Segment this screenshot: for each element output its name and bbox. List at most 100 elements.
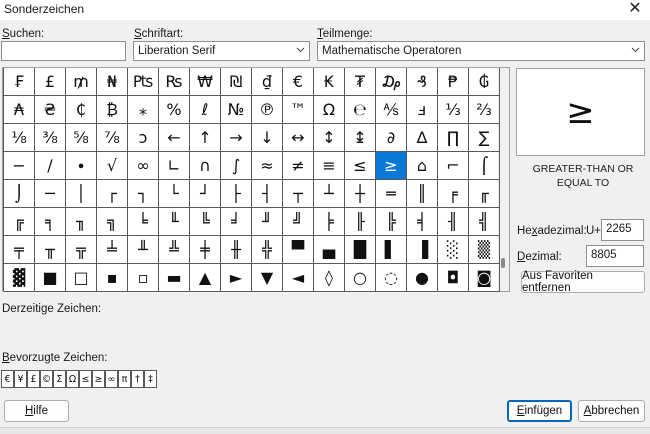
font-select[interactable]: Liberation Serif <box>133 41 310 61</box>
char-cell[interactable]: ™ <box>283 96 314 124</box>
char-cell[interactable]: ═ <box>376 180 407 208</box>
close-icon[interactable]: ✕ <box>624 0 646 19</box>
char-cell[interactable]: ○ <box>345 264 376 292</box>
char-cell[interactable]: ∑ <box>469 124 500 152</box>
char-cell[interactable]: ↕ <box>314 124 345 152</box>
char-cell[interactable]: Ω <box>314 96 345 124</box>
char-cell[interactable]: ╬ <box>252 236 283 264</box>
char-cell[interactable]: ₵ <box>66 96 97 124</box>
char-cell[interactable]: ₱ <box>438 68 469 96</box>
help-button[interactable]: Hilfe <box>4 400 69 422</box>
char-cell[interactable]: ⌡ <box>4 180 35 208</box>
char-cell[interactable]: ₨ <box>159 68 190 96</box>
char-cell[interactable]: ▌ <box>376 236 407 264</box>
char-cell[interactable]: ↓ <box>252 124 283 152</box>
cancel-button[interactable]: Abbrechen <box>578 400 645 422</box>
preferred-char-cell[interactable]: π <box>118 370 131 388</box>
char-cell[interactable]: ▀ <box>283 236 314 264</box>
char-cell[interactable]: ⅞ <box>97 124 128 152</box>
char-cell[interactable]: ⅜ <box>35 124 66 152</box>
char-cell[interactable]: ▬ <box>159 264 190 292</box>
char-cell[interactable]: ├ <box>221 180 252 208</box>
char-cell[interactable]: ◄ <box>283 264 314 292</box>
char-cell[interactable]: ▫ <box>128 264 159 292</box>
char-cell[interactable]: ∏ <box>438 124 469 152</box>
char-cell[interactable]: ■ <box>35 264 66 292</box>
char-cell[interactable]: ╪ <box>190 236 221 264</box>
char-cell[interactable]: ₰ <box>407 68 438 96</box>
char-cell[interactable]: ╥ <box>35 236 66 264</box>
char-cell[interactable]: № <box>221 96 252 124</box>
char-cell[interactable]: □ <box>66 264 97 292</box>
char-cell[interactable]: └ <box>159 180 190 208</box>
char-cell[interactable]: ╨ <box>128 236 159 264</box>
char-cell[interactable]: ₲ <box>469 68 500 96</box>
char-cell[interactable]: ⅍ <box>376 96 407 124</box>
char-cell[interactable]: ╫ <box>221 236 252 264</box>
char-cell[interactable]: ∟ <box>159 152 190 180</box>
char-cell[interactable]: ┬ <box>283 180 314 208</box>
char-cell[interactable]: ≡ <box>314 152 345 180</box>
char-cell[interactable]: ╗ <box>97 208 128 236</box>
preferred-char-cell[interactable]: © <box>40 370 53 388</box>
scrollbar-thumb[interactable] <box>501 258 505 268</box>
char-cell[interactable]: ∞ <box>128 152 159 180</box>
char-cell[interactable]: ⌂ <box>407 152 438 180</box>
char-cell[interactable]: ▐ <box>407 236 438 264</box>
char-cell[interactable]: ▓ <box>4 264 35 292</box>
char-cell[interactable]: ▲ <box>190 264 221 292</box>
char-cell[interactable]: ↄ <box>128 124 159 152</box>
char-cell[interactable]: ╔ <box>4 208 35 236</box>
char-cell[interactable]: ┌ <box>97 180 128 208</box>
char-cell[interactable]: ┼ <box>345 180 376 208</box>
char-cell[interactable]: ╝ <box>283 208 314 236</box>
char-cell[interactable]: ↑ <box>190 124 221 152</box>
char-cell[interactable]: ∫ <box>221 152 252 180</box>
char-cell[interactable]: ₿ <box>97 96 128 124</box>
preferred-char-cell[interactable]: € <box>1 370 14 388</box>
char-cell[interactable]: ◘ <box>438 264 469 292</box>
char-cell[interactable]: ∙ <box>66 152 97 180</box>
char-cell[interactable]: ┴ <box>314 180 345 208</box>
preferred-char-cell[interactable]: ≥ <box>92 370 105 388</box>
char-cell[interactable]: ║ <box>407 180 438 208</box>
character-grid[interactable]: ₣ £ ₥ ₦ ₧ ₨ ₩ ₪ ₫ € ₭ ₮ ₯ ₰ ₱ ₲ ₳ ₴ ₵ ₿ ⁎% ℓ № ℗ ™ Ω ℮ ⅍ ⅎ ⅓ ⅔ ⅛ ⅜ ⅝ ⅞ ↄ ← ↑ →… <box>2 67 510 292</box>
char-cell[interactable]: ╓ <box>469 180 500 208</box>
char-cell[interactable]: ╘ <box>128 208 159 236</box>
char-cell[interactable]: ► <box>221 264 252 292</box>
preferred-char-cell[interactable]: † <box>131 370 144 388</box>
decimal-input[interactable]: 8805 <box>586 245 644 267</box>
char-cell[interactable]: ₫ <box>252 68 283 96</box>
char-cell[interactable]: ▄ <box>314 236 345 264</box>
preferred-char-cell[interactable]: ¥ <box>14 370 27 388</box>
char-cell[interactable]: ╧ <box>97 236 128 264</box>
char-cell[interactable]: ╚ <box>190 208 221 236</box>
char-cell[interactable]: ╢ <box>438 208 469 236</box>
char-cell[interactable]: ₣ <box>4 68 35 96</box>
char-cell[interactable]: ┘ <box>190 180 221 208</box>
char-cell[interactable]: ∂ <box>376 124 407 152</box>
char-cell[interactable]: ₮ <box>345 68 376 96</box>
char-cell[interactable]: ℗ <box>252 96 283 124</box>
char-cell[interactable]: ╠ <box>376 208 407 236</box>
char-cell[interactable]: ⅎ <box>407 96 438 124</box>
char-cell[interactable]: ╒ <box>438 180 469 208</box>
char-cell[interactable]: ◊ <box>314 264 345 292</box>
preferred-char-cell[interactable]: ‡ <box>144 370 157 388</box>
char-cell[interactable]: ∩ <box>190 152 221 180</box>
char-cell[interactable]: ∆ <box>407 124 438 152</box>
char-cell[interactable]: ₦ <box>97 68 128 96</box>
char-cell[interactable]: ₭ <box>314 68 345 96</box>
char-cell[interactable]: ⅔ <box>469 96 500 124</box>
preferred-char-cell[interactable]: Ω <box>66 370 79 388</box>
hex-input[interactable]: 2265 <box>601 219 644 241</box>
char-cell[interactable]: ℮ <box>345 96 376 124</box>
char-cell[interactable]: → <box>221 124 252 152</box>
char-cell[interactable]: ℓ <box>190 96 221 124</box>
char-cell[interactable]: ╕ <box>35 208 66 236</box>
char-cell[interactable]: ₥ <box>66 68 97 96</box>
remove-favorite-button[interactable]: Aus Favoriten entfernen <box>521 270 645 294</box>
char-cell[interactable]: ╡ <box>407 208 438 236</box>
char-cell[interactable]: ≥ <box>376 152 407 180</box>
char-cell[interactable]: ◙ <box>469 264 500 292</box>
